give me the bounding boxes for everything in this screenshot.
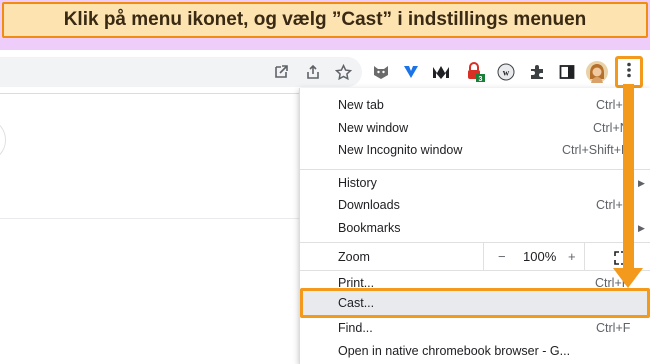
extension-lock-icon[interactable]: 3 bbox=[464, 61, 486, 83]
extension-m-icon[interactable] bbox=[430, 61, 452, 83]
menu-separator bbox=[300, 242, 650, 243]
orange-arrow-down-icon bbox=[613, 268, 643, 288]
zoom-level: 100% bbox=[523, 249, 557, 264]
profile-avatar[interactable] bbox=[586, 61, 608, 83]
menu-item-new-window[interactable]: New window Ctrl+N bbox=[300, 117, 650, 139]
menu-item-downloads[interactable]: Downloads Ctrl+J bbox=[300, 194, 650, 216]
extensions-puzzle-icon[interactable] bbox=[526, 61, 548, 83]
submenu-arrow-icon: ▶ bbox=[638, 223, 645, 233]
menu-separator bbox=[300, 169, 650, 170]
side-panel-icon[interactable] bbox=[556, 61, 578, 83]
menu-item-history[interactable]: History ▶ bbox=[300, 172, 650, 194]
svg-text:w: w bbox=[503, 68, 510, 78]
submenu-arrow-icon: ▶ bbox=[638, 178, 645, 188]
menu-item-find[interactable]: Find... Ctrl+F bbox=[300, 317, 650, 339]
open-in-new-icon[interactable] bbox=[270, 61, 292, 83]
menu-item-new-incognito-window[interactable]: New Incognito window Ctrl+Shift+N bbox=[300, 139, 650, 161]
instruction-text: Klik på menu ikonet, og vælg ”Cast” i in… bbox=[63, 9, 587, 30]
menu-item-open-native-browser[interactable]: Open in native chromebook browser - G... bbox=[300, 340, 650, 362]
extension-fox-icon[interactable] bbox=[370, 61, 392, 83]
kebab-menu-icon bbox=[627, 62, 631, 83]
menu-separator bbox=[300, 270, 650, 271]
instruction-banner: Klik på menu ikonet, og vælg ”Cast” i in… bbox=[2, 2, 648, 38]
menu-item-zoom: Zoom − 100% + bbox=[300, 243, 650, 271]
page-search-box[interactable] bbox=[0, 118, 6, 162]
star-icon[interactable] bbox=[332, 61, 354, 83]
menu-item-bookmarks[interactable]: Bookmarks ▶ bbox=[300, 217, 650, 239]
menu-item-new-tab[interactable]: New tab Ctrl+T bbox=[300, 94, 650, 116]
chrome-dropdown-menu: New tab Ctrl+T New window Ctrl+N New Inc… bbox=[299, 88, 650, 364]
zoom-in-button[interactable]: + bbox=[568, 246, 576, 268]
zoom-out-button[interactable]: − bbox=[498, 246, 506, 268]
orange-arrow-shaft bbox=[623, 84, 634, 270]
menu-item-cast[interactable]: Cast... bbox=[300, 288, 650, 318]
badge-count: 3 bbox=[479, 76, 483, 82]
page-divider bbox=[0, 218, 300, 219]
extension-v-icon[interactable] bbox=[400, 61, 422, 83]
zoom-controls: − 100% + bbox=[483, 243, 585, 271]
share-icon[interactable] bbox=[302, 61, 324, 83]
extension-w-icon[interactable]: w bbox=[495, 61, 517, 83]
